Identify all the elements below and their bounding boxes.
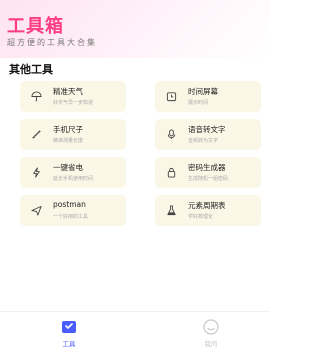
tool-card-speech-to-text[interactable]: 语音转文字 音频转为文字 <box>155 119 261 150</box>
tool-name: 精准天气 <box>53 87 83 96</box>
tool-name: 时间屏幕 <box>188 87 218 96</box>
tool-desc: 学好数理化 <box>188 214 214 220</box>
tool-name: 密码生成器 <box>188 163 226 172</box>
tool-name: 手机尺子 <box>53 125 83 134</box>
section-title: 其他工具 <box>9 63 53 76</box>
tool-card-password-generator[interactable]: 密码生成器 生成随机一组密码 <box>155 157 261 188</box>
lock-icon <box>165 166 177 178</box>
tool-card-weather[interactable]: 精准天气 好天气早一步知道 <box>20 81 126 112</box>
tool-desc: 音频转为文字 <box>188 138 219 144</box>
ruler-icon <box>30 128 42 140</box>
page-title: 工具箱 <box>7 16 64 37</box>
tool-card-ruler[interactable]: 手机尺子 精准测量长度 <box>20 119 126 150</box>
tool-card-power-saving[interactable]: 一键省电 延长手机使用时间 <box>20 157 126 188</box>
clock-icon <box>165 90 177 102</box>
tool-card-periodic-table[interactable]: 元素周期表 学好数理化 <box>155 195 261 226</box>
toolbox-icon <box>61 319 77 335</box>
send-icon <box>30 204 42 216</box>
flask-icon <box>165 204 177 216</box>
microphone-icon <box>165 128 177 140</box>
tool-name: 元素周期表 <box>188 201 226 210</box>
tab-label: 工具 <box>62 340 76 348</box>
tool-desc: 一个好用的工具 <box>53 214 89 220</box>
tool-name: 一键省电 <box>53 163 83 172</box>
tool-card-time-screen[interactable]: 时间屏幕 展示时间 <box>155 81 261 112</box>
tool-desc: 生成随机一组密码 <box>188 176 229 182</box>
tab-label: 我的 <box>204 340 218 348</box>
tool-name: 语音转文字 <box>188 125 226 134</box>
tool-name: postman <box>53 200 86 209</box>
tool-desc: 好天气早一步知道 <box>53 100 94 106</box>
smiley-icon <box>203 319 219 335</box>
tab-tools[interactable]: 工具 <box>29 312 109 354</box>
tool-card-postman[interactable]: postman 一个好用的工具 <box>20 195 126 226</box>
lightning-icon <box>30 166 42 178</box>
tool-desc: 精准测量长度 <box>53 138 84 144</box>
bottom-tab-bar: 工具 我的 <box>0 311 270 354</box>
tab-mine[interactable]: 我的 <box>171 312 251 354</box>
tool-desc: 展示时间 <box>188 100 209 106</box>
umbrella-icon <box>30 90 42 102</box>
tool-desc: 延长手机使用时间 <box>53 176 94 182</box>
page-subtitle: 超方便的工具大合集 <box>7 38 97 47</box>
